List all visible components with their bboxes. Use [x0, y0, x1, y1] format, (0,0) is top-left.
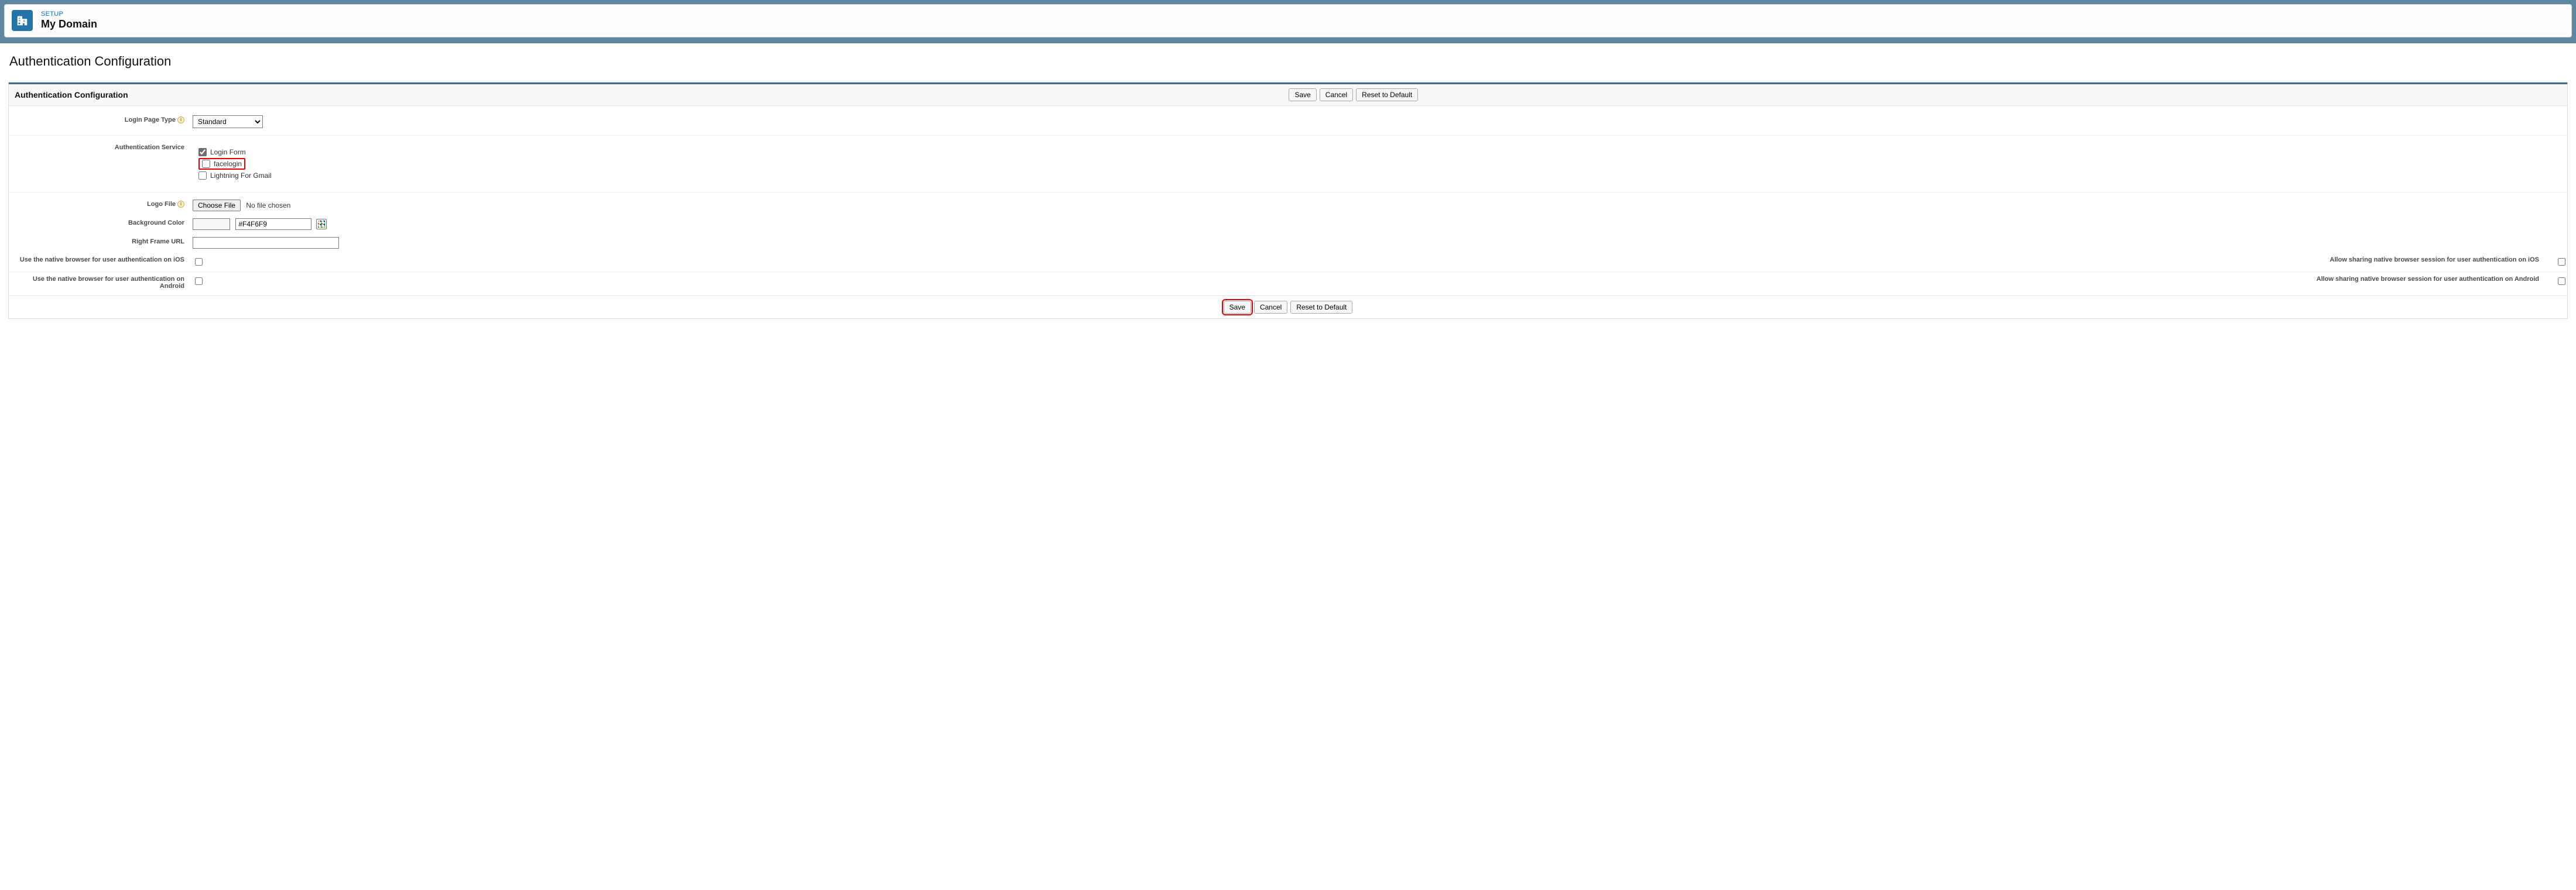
label-native-ios: Use the native browser for user authenti… [9, 256, 189, 263]
label-native-android: Use the native browser for user authenti… [9, 276, 189, 290]
label-logo-file: Logo Filei [9, 200, 189, 208]
header-card: SETUP My Domain [4, 4, 2572, 37]
label-login-page-type: Login Page Typei [9, 115, 189, 123]
native-ios-checkbox[interactable] [195, 258, 203, 266]
row-native-ios: Use the native browser for user authenti… [9, 252, 2567, 271]
row-auth-service: Authentication Service Login Form facelo… [9, 139, 2567, 188]
control-logo-file: Choose File No file chosen [189, 200, 2567, 211]
file-chosen-status: No file chosen [246, 201, 290, 209]
building-icon-svg [16, 14, 29, 27]
color-picker-button[interactable] [316, 219, 327, 229]
page-heading: Authentication Configuration [9, 54, 2568, 69]
label-logo-file-text: Logo File [147, 201, 176, 208]
control-auth-service: Login Form facelogin Lightning For Gmail [189, 143, 2567, 185]
auth-service-facelogin[interactable]: facelogin [198, 158, 245, 170]
page-body: Authentication Configuration Authenticat… [0, 43, 2576, 329]
label-share-ios: Allow sharing native browser session for… [2330, 256, 2544, 263]
reset-button[interactable]: Reset to Default [1356, 88, 1418, 101]
cancel-button[interactable]: Cancel [1320, 88, 1353, 101]
row-native-android: Use the native browser for user authenti… [9, 271, 2567, 293]
help-icon[interactable]: i [177, 201, 184, 208]
bottom-button-row: Save Cancel Reset to Default [1224, 301, 1353, 314]
label-bg-color: Background Color [9, 218, 189, 226]
header-text: SETUP My Domain [41, 11, 97, 30]
choose-file-button[interactable]: Choose File [193, 200, 241, 211]
help-icon[interactable]: i [177, 116, 184, 123]
label-share-android: Allow sharing native browser session for… [2317, 276, 2544, 283]
auth-service-lightning-gmail-label: Lightning For Gmail [210, 171, 272, 180]
bg-color-swatch [193, 218, 230, 230]
form-area: Login Page Typei Standard Authentication… [9, 106, 2567, 295]
label-auth-service: Authentication Service [9, 143, 189, 151]
save-button-bottom[interactable]: Save [1224, 301, 1251, 314]
auth-service-lightning-gmail[interactable]: Lightning For Gmail [198, 170, 2561, 181]
row-logo-file: Logo Filei Choose File No file chosen [9, 196, 2567, 215]
auth-service-login-form-checkbox[interactable] [198, 148, 207, 156]
panel-footer: Save Cancel Reset to Default [9, 295, 2567, 318]
control-bg-color [189, 218, 2567, 230]
breadcrumb: SETUP [41, 11, 97, 18]
row-right-frame-url: Right Frame URL [9, 233, 2567, 252]
top-button-row: Save Cancel Reset to Default [1289, 88, 1418, 101]
share-ios-checkbox[interactable] [2558, 258, 2565, 266]
label-right-frame: Right Frame URL [9, 237, 189, 245]
login-page-type-select[interactable]: Standard [193, 115, 263, 128]
row-login-page-type: Login Page Typei Standard [9, 112, 2567, 132]
auth-service-lightning-gmail-checkbox[interactable] [198, 171, 207, 180]
panel-title: Authentication Configuration [15, 90, 146, 99]
header-banner: SETUP My Domain [0, 0, 2576, 43]
row-bg-color: Background Color [9, 215, 2567, 233]
bg-color-input[interactable] [235, 218, 311, 230]
building-icon [12, 10, 33, 31]
auth-service-facelogin-label: facelogin [214, 160, 242, 168]
auth-service-login-form-label: Login Form [210, 148, 246, 156]
cancel-button-bottom[interactable]: Cancel [1254, 301, 1287, 314]
control-right-frame [189, 237, 2567, 249]
right-frame-url-input[interactable] [193, 237, 339, 249]
auth-service-facelogin-checkbox[interactable] [202, 160, 210, 168]
page-title: My Domain [41, 18, 97, 30]
reset-button-bottom[interactable]: Reset to Default [1290, 301, 1352, 314]
panel-header: Authentication Configuration Save Cancel… [9, 84, 2567, 106]
auth-config-panel: Authentication Configuration Save Cancel… [8, 82, 2568, 319]
control-login-page-type: Standard [189, 115, 2567, 128]
auth-service-login-form[interactable]: Login Form [198, 146, 2561, 158]
color-grid-icon [318, 221, 325, 228]
save-button[interactable]: Save [1289, 88, 1316, 101]
native-android-checkbox[interactable] [195, 277, 203, 285]
label-login-page-type-text: Login Page Type [125, 116, 176, 123]
share-android-checkbox[interactable] [2558, 277, 2565, 285]
